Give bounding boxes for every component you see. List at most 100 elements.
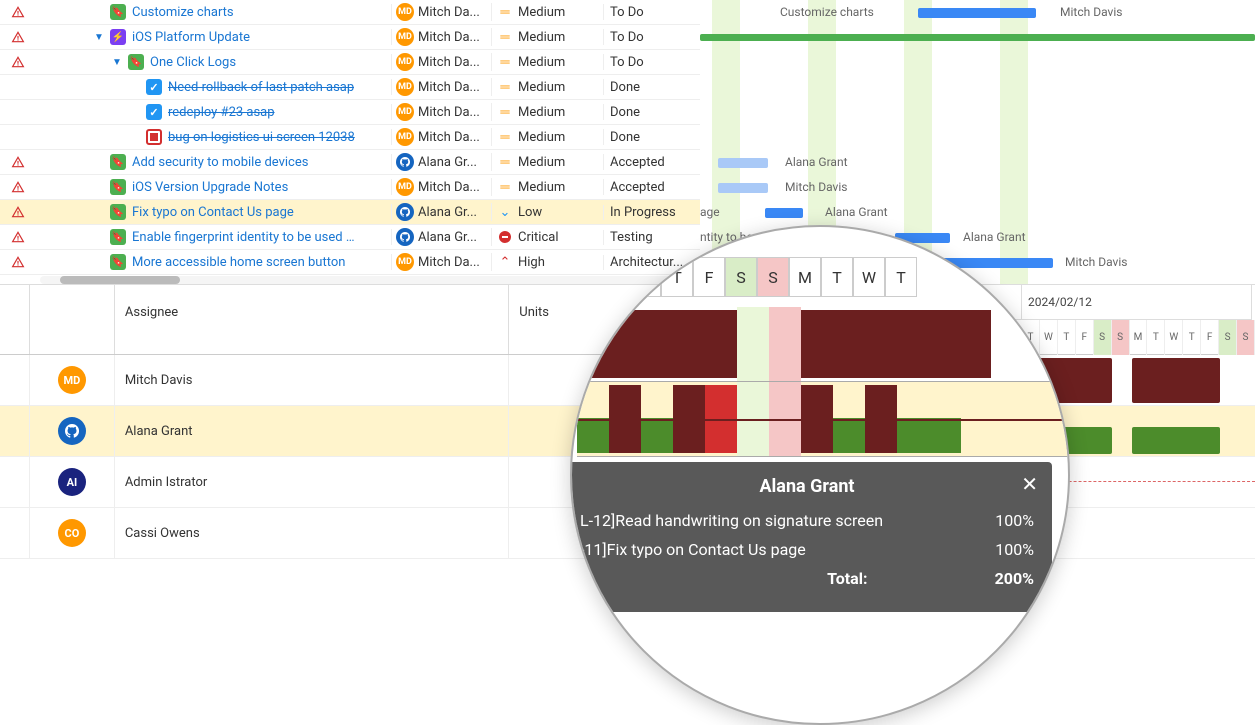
- summary-bar: [700, 34, 1255, 41]
- day-header[interactable]: M: [1130, 320, 1148, 355]
- priority-text: Low: [518, 205, 542, 220]
- day-header[interactable]: T: [821, 257, 853, 297]
- day-header[interactable]: S: [1219, 320, 1237, 355]
- resource-name: Admin Istrator: [115, 457, 509, 507]
- allocation-block[interactable]: [929, 418, 961, 453]
- avatar: MD: [396, 103, 414, 121]
- task-row[interactable]: 🔖iOS Version Upgrade NotesMDMitch Da...═…: [0, 175, 700, 200]
- day-header[interactable]: S: [1112, 320, 1130, 355]
- tooltip-task-value: 100%: [995, 540, 1034, 559]
- avatar: AI: [58, 468, 86, 496]
- allocation-block[interactable]: [641, 418, 673, 453]
- task-row[interactable]: bug on logistics ui screen 12038MDMitch …: [0, 125, 700, 150]
- day-header[interactable]: S: [757, 257, 789, 297]
- tooltip-task-label: -11]Fix typo on Contact Us page: [580, 540, 806, 559]
- gantt-task-label: Customize charts: [780, 5, 874, 19]
- day-header[interactable]: S: [1094, 320, 1112, 355]
- day-header[interactable]: F: [1201, 320, 1219, 355]
- task-row[interactable]: ✓Need rollback of last patch asapMDMitch…: [0, 75, 700, 100]
- task-row[interactable]: ▼🔖One Click LogsMDMitch Da...═MediumTo D…: [0, 50, 700, 75]
- task-bar[interactable]: [765, 208, 803, 218]
- task-row[interactable]: 🔖Fix typo on Contact Us pageAlana Gr...⌄…: [0, 200, 700, 225]
- day-header[interactable]: S: [725, 257, 757, 297]
- priority-icon: ═: [498, 154, 512, 170]
- task-name-link[interactable]: redeploy #23 asap: [168, 105, 275, 120]
- day-header[interactable]: T: [885, 257, 917, 297]
- task-bar[interactable]: [718, 158, 768, 168]
- task-name-link[interactable]: Add security to mobile devices: [132, 155, 308, 170]
- task-name-link[interactable]: iOS Version Upgrade Notes: [132, 180, 288, 195]
- avatar: [396, 153, 414, 171]
- collapse-icon[interactable]: ▼: [92, 30, 106, 44]
- tooltip-title: Alana Grant: [580, 476, 1034, 497]
- task-bar[interactable]: [718, 183, 768, 193]
- task-name-link[interactable]: iOS Platform Update: [132, 30, 250, 45]
- status-text: In Progress: [604, 205, 698, 220]
- day-header[interactable]: T: [1147, 320, 1165, 355]
- allocation-block[interactable]: [577, 310, 737, 378]
- priority-text: Medium: [518, 180, 565, 195]
- avatar: MD: [396, 78, 414, 96]
- allocation-block[interactable]: [577, 418, 609, 453]
- priority-icon: ═: [498, 179, 512, 195]
- day-header[interactable]: W: [629, 257, 661, 297]
- day-header[interactable]: W: [853, 257, 885, 297]
- priority-text: Medium: [518, 30, 565, 45]
- task-bar[interactable]: [918, 8, 1036, 18]
- day-header[interactable]: T: [597, 257, 629, 297]
- task-row[interactable]: 🔖Add security to mobile devicesAlana Gr.…: [0, 150, 700, 175]
- alert-icon: [11, 5, 25, 19]
- status-text: To Do: [604, 5, 698, 20]
- day-header[interactable]: F: [693, 257, 725, 297]
- assignee-text: Mitch Da...: [418, 5, 480, 20]
- priority-icon: ═: [498, 4, 512, 20]
- task-row[interactable]: ▼⚡iOS Platform UpdateMDMitch Da...═Mediu…: [0, 25, 700, 50]
- allocation-block[interactable]: [833, 418, 865, 453]
- day-header[interactable]: F: [1076, 320, 1094, 355]
- task-name-link[interactable]: Customize charts: [132, 5, 234, 20]
- task-name-link[interactable]: Need rollback of last patch asap: [168, 80, 354, 95]
- task-name-link[interactable]: One Click Logs: [150, 55, 236, 70]
- avatar: CO: [58, 519, 86, 547]
- task-name-link[interactable]: Fix typo on Contact Us page: [132, 205, 294, 220]
- tooltip-total-label: Total:: [580, 569, 995, 588]
- task-name-link[interactable]: Enable fingerprint identity to be used …: [132, 230, 355, 245]
- gantt-assignee-label: Alana Grant: [785, 155, 848, 169]
- header-assignee[interactable]: Assignee: [115, 285, 509, 354]
- allocation-block[interactable]: [897, 418, 929, 453]
- capacity-line: [577, 419, 1070, 421]
- day-header[interactable]: T: [1183, 320, 1201, 355]
- assignee-text: Mitch Da...: [418, 130, 480, 145]
- status-text: Done: [604, 105, 698, 120]
- allocation-block[interactable]: [1132, 358, 1220, 403]
- assignee-text: Alana Gr...: [418, 155, 477, 170]
- task-name-link[interactable]: bug on logistics ui screen 12038: [168, 130, 355, 145]
- day-header[interactable]: M: [789, 257, 821, 297]
- allocation-tooltip: ✕ Alana Grant L-12]Read handwriting on s…: [570, 462, 1052, 612]
- story-icon: 🔖: [110, 204, 126, 220]
- day-header[interactable]: S: [1237, 320, 1255, 355]
- collapse-icon[interactable]: ▼: [110, 55, 124, 69]
- story-icon: 🔖: [110, 179, 126, 195]
- allocation-block[interactable]: [801, 310, 991, 378]
- day-header[interactable]: W: [1165, 320, 1183, 355]
- resource-name: Alana Grant: [115, 406, 509, 456]
- alert-icon: [11, 30, 25, 44]
- resource-name: Cassi Owens: [115, 508, 509, 558]
- status-text: To Do: [604, 30, 698, 45]
- task-row[interactable]: 🔖Customize chartsMDMitch Da...═MediumTo …: [0, 0, 700, 25]
- hscrollbar-thumb[interactable]: [60, 276, 180, 284]
- story-icon: 🔖: [128, 54, 144, 70]
- alert-icon: [11, 155, 25, 169]
- allocation-block[interactable]: [1132, 427, 1220, 454]
- task-row[interactable]: ✓redeploy #23 asapMDMitch Da...═MediumDo…: [0, 100, 700, 125]
- day-header[interactable]: T: [661, 257, 693, 297]
- priority-text: Medium: [518, 130, 565, 145]
- task-name-link[interactable]: More accessible home screen button: [132, 255, 345, 270]
- avatar: MD: [396, 178, 414, 196]
- avatar: [396, 228, 414, 246]
- priority-icon: ═: [498, 104, 512, 120]
- close-icon[interactable]: ✕: [1021, 472, 1038, 496]
- bug-icon: [146, 129, 162, 145]
- task-done-icon: ✓: [146, 79, 162, 95]
